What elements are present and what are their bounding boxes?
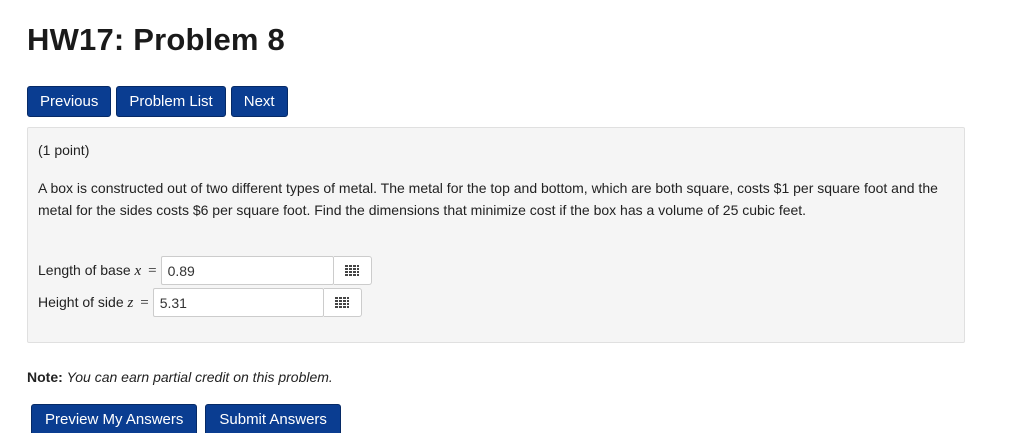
- equals-sign: =: [140, 294, 149, 311]
- height-answer-input[interactable]: [152, 288, 324, 317]
- preview-answers-button[interactable]: Preview My Answers: [31, 404, 198, 433]
- length-keypad-button[interactable]: [333, 256, 372, 285]
- answer-row-height: Height of side z =: [38, 288, 362, 317]
- answer-label-length: Length of base x =: [38, 262, 161, 280]
- answer-label-height: Height of side z =: [38, 294, 153, 312]
- equals-sign: =: [148, 262, 157, 279]
- length-answer-input[interactable]: [160, 256, 334, 285]
- problem-list-button[interactable]: Problem List: [116, 86, 226, 117]
- page-title: HW17: Problem 8: [27, 22, 285, 57]
- problem-statement: A box is constructed out of two differen…: [38, 180, 938, 218]
- partial-credit-note: Note: You can earn partial credit on thi…: [27, 369, 333, 385]
- grid-keypad-icon: [335, 296, 350, 308]
- answer-label-length-text: Length of base: [38, 261, 131, 278]
- note-label: Note:: [27, 369, 63, 385]
- page: HW17: Problem 8 Previous Problem List Ne…: [0, 0, 1024, 433]
- grid-keypad-icon: [345, 264, 360, 276]
- answer-actions: Preview My Answers Submit Answers: [31, 404, 341, 433]
- note-text: You can earn partial credit on this prob…: [66, 369, 333, 385]
- answer-row-length: Length of base x =: [38, 256, 372, 285]
- problem-nav: Previous Problem List Next: [27, 86, 288, 117]
- previous-button[interactable]: Previous: [27, 86, 112, 117]
- problem-panel: (1 point) A box is constructed out of tw…: [27, 127, 965, 343]
- variable-z: z: [127, 294, 134, 311]
- answer-label-height-text: Height of side: [38, 293, 124, 310]
- height-keypad-button[interactable]: [323, 288, 362, 317]
- problem-points: (1 point): [38, 142, 90, 158]
- next-button[interactable]: Next: [230, 86, 288, 117]
- variable-x: x: [134, 262, 142, 279]
- submit-answers-button[interactable]: Submit Answers: [205, 404, 341, 433]
